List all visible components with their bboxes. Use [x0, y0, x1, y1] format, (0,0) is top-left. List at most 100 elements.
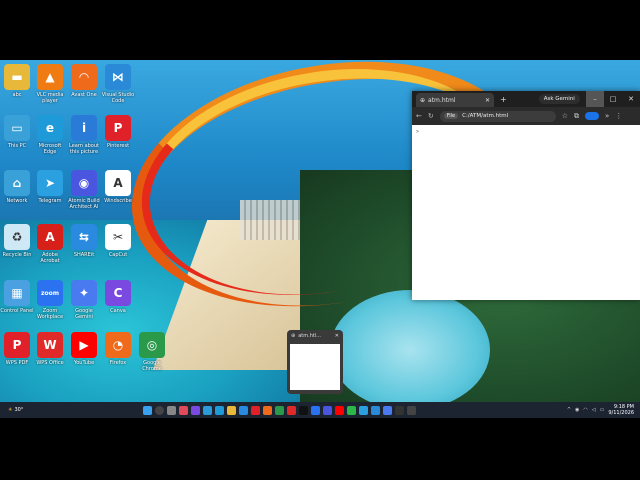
desktop-icon[interactable]: i Learn about this picture: [67, 115, 101, 155]
chevron-up-icon[interactable]: ^: [567, 407, 571, 413]
acrobat-icon: A: [37, 224, 63, 250]
desktop-icon-label: Atomic Build Architect AI: [68, 198, 100, 210]
desktop-icon-label: Network: [6, 198, 28, 204]
back-arrow-icon[interactable]: ←: [416, 112, 422, 120]
taskbar-app-icon[interactable]: [239, 405, 248, 415]
taskbar-app-icon[interactable]: [299, 405, 308, 415]
taskbar-app-icon[interactable]: [227, 405, 236, 415]
desktop-icon[interactable]: ⇆ SHAREit: [67, 224, 101, 258]
ask-gemini-button[interactable]: Ask Gemini: [538, 94, 580, 104]
desktop-icon[interactable]: ▶ YouTube: [67, 332, 101, 366]
desktop-icon-label: Avast One: [71, 92, 97, 98]
taskbar-app-icon[interactable]: [275, 405, 284, 415]
desktop-icon-label: WPS PDF: [5, 360, 29, 366]
desktop-icon[interactable]: ▬ abc: [0, 64, 34, 98]
desktop-icon-label: Canva: [110, 308, 126, 314]
desktop-icon[interactable]: ▦ Control Panel: [0, 280, 34, 314]
bookmark-star-icon[interactable]: ☆: [562, 112, 568, 120]
taskbar-app-icon[interactable]: [191, 405, 200, 415]
telegram-icon: ➤: [37, 170, 63, 196]
taskbar-app-icon[interactable]: [395, 405, 404, 415]
browser-window[interactable]: ⊕ atm.html ✕ + Ask Gemini – □ ✕ ← ↻ File…: [412, 91, 640, 300]
more-icon[interactable]: »: [605, 112, 609, 120]
thumbnail-close-icon[interactable]: ✕: [335, 333, 339, 339]
desktop-icon[interactable]: ◔ Firefox: [101, 332, 135, 366]
start-icon[interactable]: [143, 405, 152, 415]
reload-icon[interactable]: ↻: [428, 112, 434, 120]
desktop-icon[interactable]: ▲ VLC media player: [33, 64, 67, 104]
desktop-icon[interactable]: C Canva: [101, 280, 135, 314]
taskbar-app-icon[interactable]: [263, 405, 272, 415]
firefox-icon: ◔: [105, 332, 131, 358]
search-icon[interactable]: [155, 405, 164, 415]
file-scheme-badge[interactable]: File: [443, 113, 459, 119]
desktop-icon[interactable]: ◎ Google Chrome: [135, 332, 169, 372]
taskbar-app-icon[interactable]: [359, 405, 368, 415]
taskbar-app-icon[interactable]: [383, 405, 392, 415]
desktop-icon[interactable]: ◠ Avast One: [67, 64, 101, 98]
extensions-icon[interactable]: ⧉: [574, 112, 579, 121]
taskbar-app-icon[interactable]: [347, 405, 356, 415]
taskbar-app-icon[interactable]: [311, 405, 320, 415]
monitor-icon: ▭: [4, 115, 30, 141]
pinterest-icon: P: [105, 115, 131, 141]
desktop-icon[interactable]: e Microsoft Edge: [33, 115, 67, 155]
desktop-icon[interactable]: ▭ This PC: [0, 115, 34, 149]
desktop-icon-label: Control Panel: [0, 308, 34, 314]
url-text: C:/ATM/atm.html: [462, 113, 509, 119]
info-camera-icon: i: [71, 115, 97, 141]
close-button[interactable]: ✕: [622, 91, 640, 107]
control-panel-icon: ▦: [4, 280, 30, 306]
tray-app-icon[interactable]: ◉: [575, 407, 579, 413]
profile-avatar[interactable]: [585, 112, 600, 120]
thumbnail-globe-icon: ⊕: [291, 333, 296, 339]
desktop-icon[interactable]: P WPS PDF: [0, 332, 34, 366]
taskbar-app-icon[interactable]: [251, 405, 260, 415]
youtube-icon: ▶: [71, 332, 97, 358]
speaker-icon[interactable]: ◁: [592, 407, 596, 413]
desktop-icon-label: SHAREit: [73, 252, 95, 258]
weather-widget[interactable]: ☀ 30°: [8, 407, 23, 413]
window-controls: – □ ✕: [586, 91, 640, 107]
wifi-icon[interactable]: ◠: [583, 407, 587, 413]
new-tab-button[interactable]: +: [500, 95, 507, 104]
taskbar-app-icon[interactable]: [371, 405, 380, 415]
battery-icon[interactable]: ▭: [600, 407, 605, 413]
minimize-button[interactable]: –: [586, 91, 604, 107]
windscribe-icon: A: [105, 170, 131, 196]
taskbar-app-icon[interactable]: [215, 405, 224, 415]
desktop-icon[interactable]: ➤ Telegram: [33, 170, 67, 204]
taskbar-app-icon[interactable]: [323, 405, 332, 415]
address-bar[interactable]: File C:/ATM/atm.html: [439, 110, 556, 122]
network-icon: ⌂: [4, 170, 30, 196]
taskbar-app-icon[interactable]: [335, 405, 344, 415]
thumbnail-page-preview[interactable]: [290, 344, 340, 390]
tab-close-icon[interactable]: ✕: [485, 97, 490, 104]
desktop-icon[interactable]: ◉ Atomic Build Architect AI: [67, 170, 101, 210]
maximize-button[interactable]: □: [604, 91, 622, 107]
desktop-icon[interactable]: ⌂ Network: [0, 170, 34, 204]
desktop-icon[interactable]: W WPS Office: [33, 332, 67, 366]
desktop-icon[interactable]: zoom Zoom Workplace: [33, 280, 67, 320]
desktop-icon-label: This PC: [7, 143, 27, 149]
clock[interactable]: 9:18 PM 9/11/2026: [608, 404, 634, 416]
taskbar-app-icon[interactable]: [407, 405, 416, 415]
desktop-icon[interactable]: ✦ Google Gemini: [67, 280, 101, 320]
task-view-icon[interactable]: [167, 405, 176, 415]
browser-tab[interactable]: ⊕ atm.html ✕: [416, 93, 494, 107]
desktop-icon[interactable]: ✂ CapCut: [101, 224, 135, 258]
menu-dots-icon[interactable]: ⋮: [615, 112, 622, 120]
desktop-icon[interactable]: P Pinterest: [101, 115, 135, 149]
desktop-icon-label: Microsoft Edge: [38, 143, 62, 155]
desktop-icon-label: Windscribe: [104, 198, 132, 204]
taskbar-app-icon[interactable]: [287, 405, 296, 415]
desktop-icon[interactable]: A Adobe Acrobat: [33, 224, 67, 264]
desktop-icon[interactable]: ⋈ Visual Studio Code: [101, 64, 135, 104]
desktop-icon[interactable]: A Windscribe: [101, 170, 135, 204]
taskbar-app-icon[interactable]: [179, 405, 188, 415]
desktop-icon[interactable]: ♻ Recycle Bin: [0, 224, 34, 258]
taskbar-thumbnail-preview[interactable]: ⊕ atm.htl... ✕: [287, 330, 343, 394]
taskbar-app-icon[interactable]: [203, 405, 212, 415]
wps-office-icon: W: [37, 332, 63, 358]
page-content: >: [412, 125, 640, 139]
